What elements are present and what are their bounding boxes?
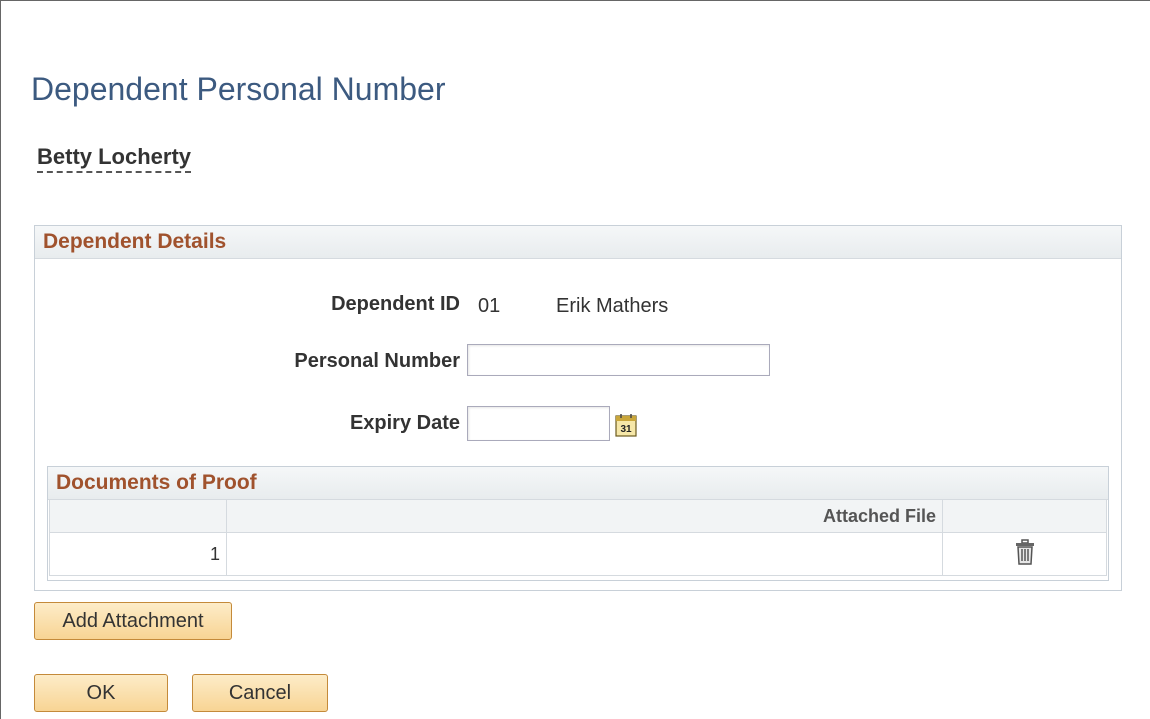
cancel-button[interactable]: Cancel (192, 674, 328, 712)
add-attachment-button[interactable]: Add Attachment (34, 602, 232, 640)
dependent-id-label: Dependent ID (331, 293, 460, 315)
personal-number-input[interactable] (467, 344, 770, 376)
delete-cell (942, 532, 1107, 576)
employee-name-link[interactable]: Betty Locherty (37, 144, 192, 173)
row-number-column-header (49, 499, 227, 533)
table-row: 1 (49, 532, 1107, 576)
delete-column-header (942, 499, 1107, 533)
dependent-id-value: 01 (478, 295, 501, 317)
calendar-icon[interactable]: 31 (615, 413, 637, 437)
calendar-icon-text: 31 (620, 424, 632, 435)
dependent-name: Erik Mathers (556, 295, 669, 317)
attached-file-cell (226, 532, 943, 576)
personal-number-label: Personal Number (294, 350, 460, 372)
dependent-details-group: Dependent Details Dependent ID 01 Erik M… (34, 225, 1122, 591)
row-number-cell: 1 (49, 532, 227, 576)
ok-button[interactable]: OK (34, 674, 168, 712)
documents-table: Attached File 1 (49, 499, 1107, 576)
attached-file-column-header: Attached File (226, 499, 943, 533)
expiry-date-input[interactable] (467, 406, 610, 441)
documents-of-proof-header: Documents of Proof (48, 467, 1108, 500)
dependent-details-header: Dependent Details (35, 226, 1121, 259)
documents-of-proof-grid: Documents of Proof Attached File 1 (47, 466, 1109, 581)
page-title: Dependent Personal Number (31, 71, 446, 107)
table-header-row: Attached File (49, 499, 1107, 533)
trash-icon[interactable] (1015, 538, 1035, 570)
expiry-date-label: Expiry Date (349, 412, 460, 434)
